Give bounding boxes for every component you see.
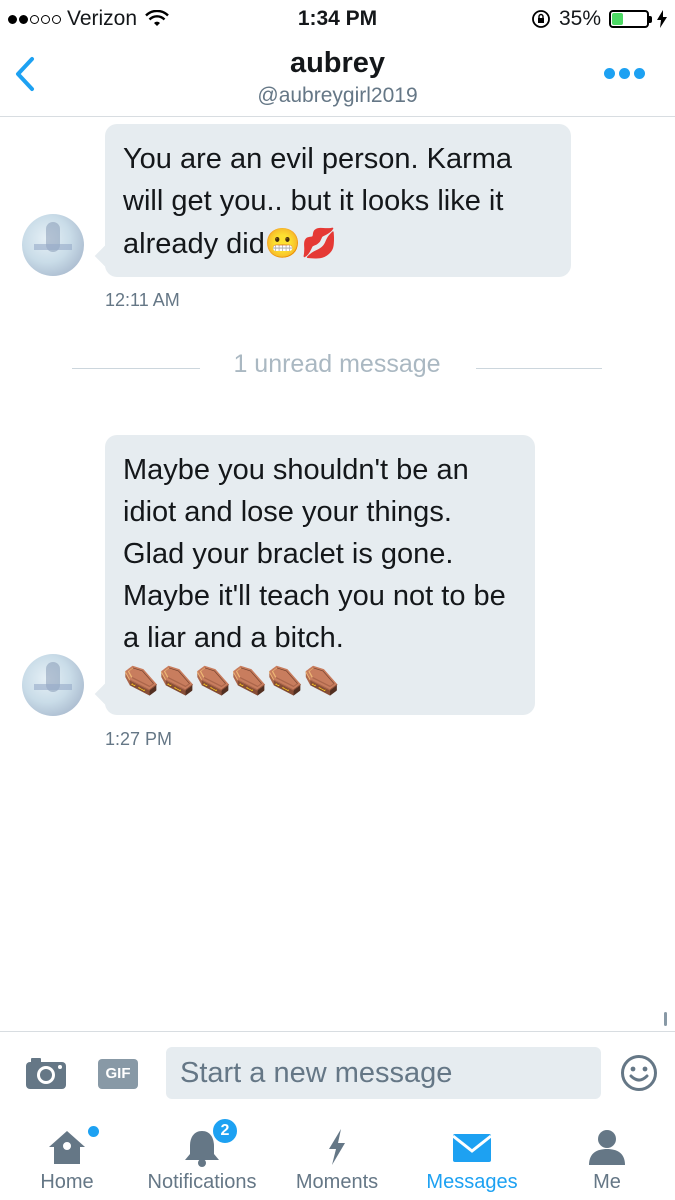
battery-icon (609, 10, 652, 28)
lightning-icon (329, 1129, 345, 1165)
tab-label: Home (40, 1171, 94, 1193)
conversation-handle: @aubreygirl2019 (257, 84, 418, 107)
tab-home[interactable]: Home (12, 1117, 122, 1200)
message-emoji: ⚰️⚰️⚰️⚰️⚰️⚰️ (123, 663, 340, 697)
battery-percent: 35% (558, 7, 601, 30)
gif-button[interactable]: GIF (98, 1059, 138, 1089)
tab-moments[interactable]: Moments (287, 1117, 387, 1200)
message-timestamp: 12:11 AM (105, 290, 180, 310)
home-icon (49, 1131, 85, 1164)
orientation-lock-icon (532, 10, 550, 28)
tab-label: Moments (295, 1171, 379, 1193)
avatar[interactable] (22, 214, 84, 276)
message-text: Maybe you shouldn't be an idiot and lose… (123, 454, 506, 654)
divider-line (476, 368, 602, 369)
emoji-icon[interactable] (620, 1054, 658, 1092)
tab-me[interactable]: Me (557, 1117, 657, 1200)
camera-icon[interactable] (25, 1056, 67, 1090)
status-bar: Verizon 1:34 PM 35% (0, 0, 675, 38)
tab-label: Me (593, 1171, 621, 1193)
message-bubble[interactable]: Maybe you shouldn't be an idiot and lose… (105, 435, 535, 715)
notification-badge: 2 (211, 1117, 239, 1145)
tab-messages[interactable]: Messages (417, 1117, 527, 1200)
compose-bar: GIF (0, 1031, 675, 1118)
tab-notifications[interactable]: 2 Notifications (137, 1117, 267, 1200)
envelope-icon (452, 1134, 492, 1162)
tab-bar: Home 2 Notifications Moments Messages Me (0, 1117, 675, 1200)
new-content-dot (88, 1126, 99, 1137)
tab-label: Notifications (147, 1171, 257, 1193)
unread-label: 1 unread message (233, 350, 441, 378)
message-emoji: 😬💋 (264, 226, 338, 260)
message-input[interactable] (166, 1047, 601, 1099)
conversation-header: aubrey @aubreygirl2019 (0, 38, 675, 117)
status-right: 35% (531, 7, 667, 31)
message-timestamp: 1:27 PM (105, 729, 173, 749)
conversation-name: aubrey (289, 47, 386, 79)
more-options-icon[interactable] (604, 68, 645, 79)
battery-level (612, 13, 623, 25)
tab-label: Messages (426, 1171, 518, 1193)
charging-icon (657, 10, 667, 28)
person-icon (589, 1130, 625, 1165)
message-bubble[interactable]: You are an evil person. Karma will get y… (105, 124, 571, 277)
unread-divider: 1 unread message (72, 350, 602, 382)
avatar[interactable] (22, 654, 84, 716)
scroll-indicator[interactable] (664, 1012, 667, 1026)
